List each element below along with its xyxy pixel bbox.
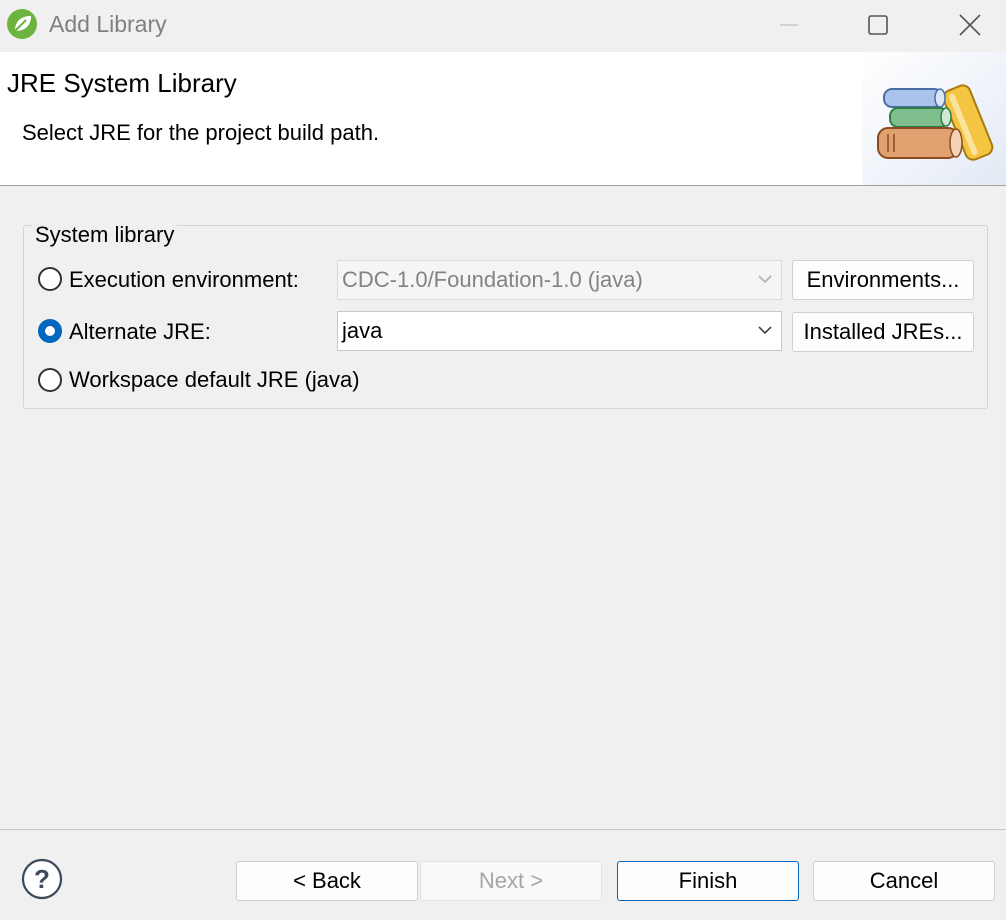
workspace-default-jre-radio[interactable] bbox=[38, 368, 62, 392]
next-button[interactable]: Next > bbox=[420, 861, 602, 901]
alternate-jre-combo[interactable]: java bbox=[337, 311, 782, 351]
environments-button[interactable]: Environments... bbox=[792, 260, 974, 300]
execution-environment-radio[interactable] bbox=[38, 267, 62, 291]
minimize-icon bbox=[780, 24, 798, 26]
alternate-jre-value: java bbox=[342, 318, 383, 343]
finish-button[interactable]: Finish bbox=[617, 861, 799, 901]
back-button[interactable]: < Back bbox=[236, 861, 418, 901]
minimize-button[interactable] bbox=[760, 0, 818, 50]
page-title: JRE System Library bbox=[7, 68, 237, 98]
chevron-down-icon bbox=[758, 275, 772, 284]
window-title: Add Library bbox=[49, 11, 167, 37]
cancel-button[interactable]: Cancel bbox=[813, 861, 995, 901]
maximize-button[interactable] bbox=[849, 0, 907, 50]
execution-environment-value: CDC-1.0/Foundation-1.0 (java) bbox=[342, 267, 643, 292]
title-bar: Add Library bbox=[0, 0, 1006, 52]
wizard-header: JRE System Library Select JRE for the pr… bbox=[0, 52, 1006, 186]
help-icon[interactable]: ? bbox=[21, 858, 63, 900]
execution-environment-combo[interactable]: CDC-1.0/Foundation-1.0 (java) bbox=[337, 260, 782, 300]
alternate-jre-label: Alternate JRE: bbox=[69, 319, 211, 344]
footer-separator bbox=[0, 829, 1006, 830]
svg-text:?: ? bbox=[34, 864, 50, 894]
library-books-icon bbox=[862, 52, 1006, 185]
spring-leaf-icon bbox=[7, 9, 37, 39]
page-description: Select JRE for the project build path. bbox=[22, 120, 380, 145]
chevron-down-icon bbox=[758, 326, 772, 335]
installed-jres-button[interactable]: Installed JREs... bbox=[792, 312, 974, 352]
close-button[interactable] bbox=[941, 0, 999, 50]
alternate-jre-radio[interactable] bbox=[38, 319, 62, 343]
group-label: System library bbox=[32, 222, 178, 248]
workspace-default-jre-label: Workspace default JRE (java) bbox=[69, 367, 360, 392]
execution-environment-label: Execution environment: bbox=[69, 267, 299, 292]
close-icon bbox=[959, 14, 981, 36]
maximize-icon bbox=[868, 15, 888, 35]
